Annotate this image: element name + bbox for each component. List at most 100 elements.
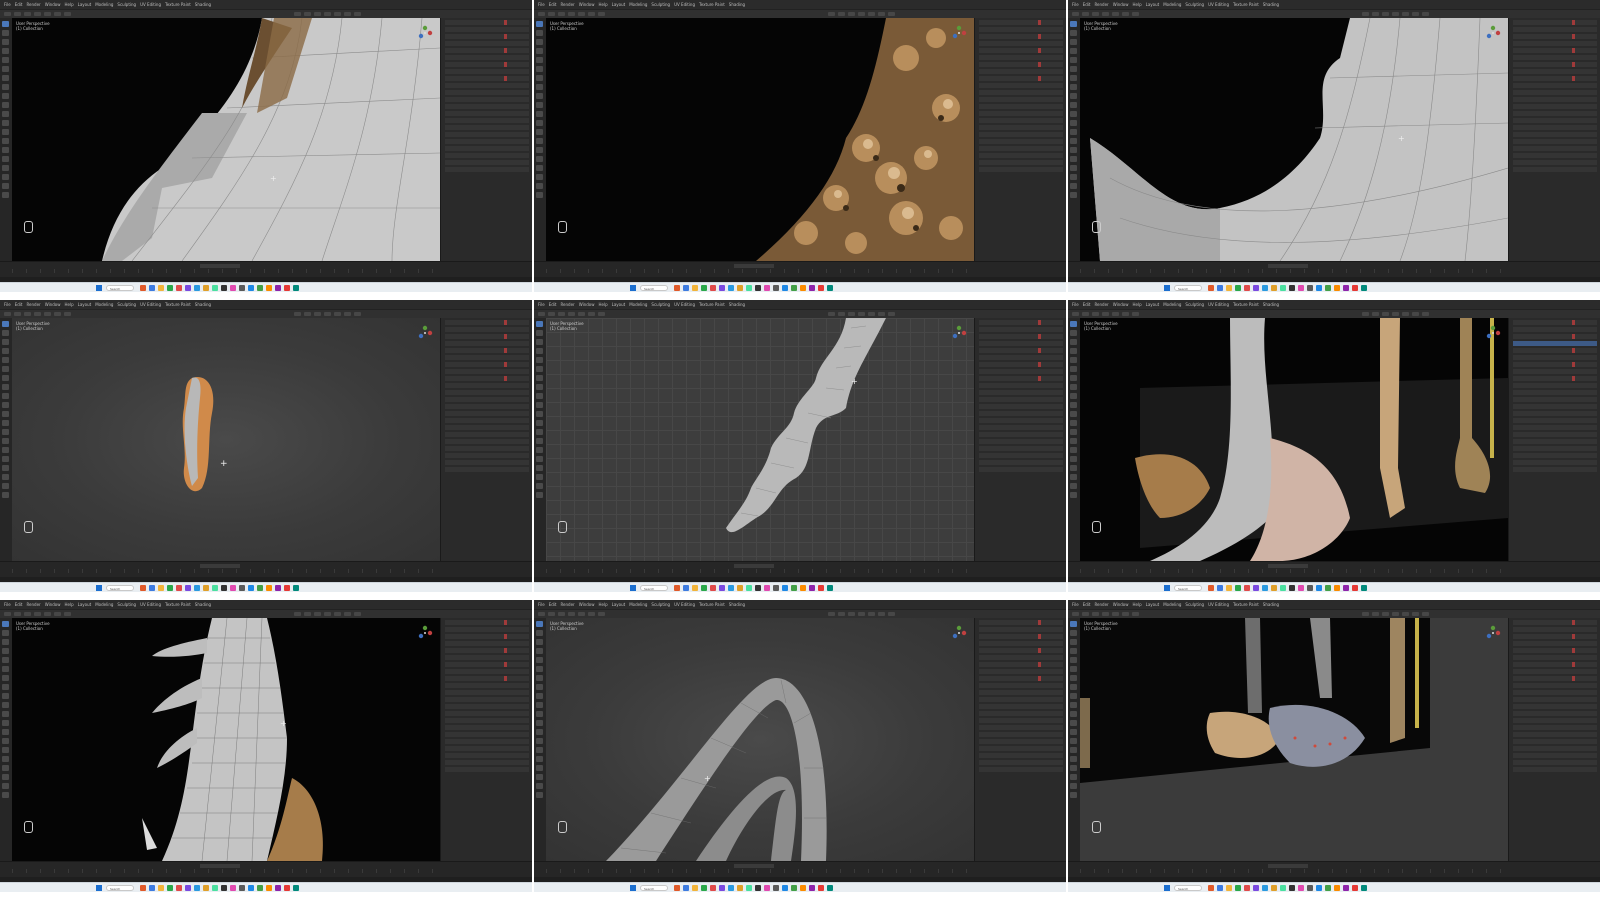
taskbar-app-icon[interactable]	[827, 285, 833, 291]
tool-icon[interactable]	[2, 138, 9, 144]
navigation-gizmo-icon[interactable]	[416, 624, 434, 642]
outliner-row[interactable]	[1513, 397, 1597, 402]
outliner-row[interactable]	[445, 460, 529, 465]
outliner-row[interactable]	[445, 27, 529, 32]
taskbar-app-icon[interactable]	[158, 585, 164, 591]
tool-icon[interactable]	[536, 675, 543, 681]
timeline[interactable]	[1068, 861, 1600, 878]
taskbar-app-icon[interactable]	[1316, 585, 1322, 591]
taskbar-app-icon[interactable]	[1298, 585, 1304, 591]
taskbar-app-icon[interactable]	[674, 285, 680, 291]
outliner-row[interactable]	[1513, 746, 1597, 751]
windows-start-icon[interactable]	[96, 885, 102, 891]
navigation-gizmo-icon[interactable]	[950, 324, 968, 342]
tool-icon[interactable]	[536, 147, 543, 153]
outliner-row[interactable]	[1513, 320, 1597, 325]
tool-icon[interactable]	[1070, 411, 1077, 417]
tool-icon[interactable]	[1070, 465, 1077, 471]
3d-viewport[interactable]: + User Perspective (1) Collection	[12, 18, 440, 261]
taskbar-app-icon[interactable]	[230, 885, 236, 891]
header-tool-icon[interactable]	[878, 612, 885, 616]
timeline[interactable]	[0, 561, 532, 578]
taskbar-app-icon[interactable]	[185, 285, 191, 291]
outliner-row[interactable]	[1513, 732, 1597, 737]
menu-item[interactable]: Render	[1094, 2, 1108, 7]
taskbar-app-icon[interactable]	[230, 585, 236, 591]
tool-icon[interactable]	[1070, 747, 1077, 753]
taskbar-app-icon[interactable]	[1289, 885, 1295, 891]
outliner-row[interactable]	[445, 439, 529, 444]
taskbar-app-icon[interactable]	[728, 285, 734, 291]
outliner-row[interactable]	[1513, 446, 1597, 451]
outliner-row[interactable]	[445, 362, 529, 367]
tool-icon[interactable]	[1070, 384, 1077, 390]
outliner-row[interactable]	[445, 327, 529, 332]
taskbar-search[interactable]: Search	[640, 285, 668, 291]
menu-item[interactable]: Layout	[78, 602, 92, 607]
taskbar-app-icon[interactable]	[719, 285, 725, 291]
tool-icon[interactable]	[2, 402, 9, 408]
menu-item[interactable]: Shading	[1263, 302, 1279, 307]
outliner-row[interactable]	[445, 690, 529, 695]
header-tool-icon[interactable]	[324, 312, 331, 316]
header-tool-icon[interactable]	[14, 12, 21, 16]
tool-icon[interactable]	[536, 474, 543, 480]
tool-icon[interactable]	[2, 39, 9, 45]
header-tool-icon[interactable]	[868, 12, 875, 16]
tool-icon[interactable]	[2, 756, 9, 762]
taskbar-app-icon[interactable]	[683, 885, 689, 891]
outliner-row[interactable]	[445, 683, 529, 688]
outliner-row[interactable]	[445, 125, 529, 130]
taskbar-app-icon[interactable]	[1343, 285, 1349, 291]
taskbar-app-icon[interactable]	[773, 585, 779, 591]
menu-item[interactable]: Texture Paint	[699, 2, 725, 7]
outliner-panel[interactable]	[440, 18, 532, 261]
taskbar-app-icon[interactable]	[719, 885, 725, 891]
taskbar-app-icon[interactable]	[230, 285, 236, 291]
taskbar-app-icon[interactable]	[692, 585, 698, 591]
taskbar-app-icon[interactable]	[149, 885, 155, 891]
taskbar-app-icon[interactable]	[683, 285, 689, 291]
outliner-row[interactable]	[445, 760, 529, 765]
3d-viewport[interactable]: + User Perspective (1) Collection	[1080, 18, 1508, 261]
header-tool-icon[interactable]	[1382, 612, 1389, 616]
tool-icon[interactable]	[2, 630, 9, 636]
header-tool-icon[interactable]	[54, 312, 61, 316]
timeline-ruler[interactable]	[546, 569, 974, 573]
header-tool-icon[interactable]	[1112, 12, 1119, 16]
menu-item[interactable]: Render	[26, 302, 40, 307]
taskbar-app-icon[interactable]	[203, 885, 209, 891]
outliner-row[interactable]	[1513, 697, 1597, 702]
outliner-row[interactable]	[445, 348, 529, 353]
menu-item[interactable]: Shading	[729, 302, 745, 307]
taskbar-app-icon[interactable]	[239, 885, 245, 891]
header-tool-icon[interactable]	[54, 12, 61, 16]
header-tool-icon[interactable]	[858, 612, 865, 616]
outliner-row[interactable]	[979, 160, 1063, 165]
tool-icon[interactable]	[1070, 48, 1077, 54]
taskbar-app-icon[interactable]	[818, 585, 824, 591]
outliner-row[interactable]	[979, 341, 1063, 346]
menu-item[interactable]: File	[4, 602, 11, 607]
header-tool-icon[interactable]	[1402, 312, 1409, 316]
outliner-row[interactable]	[979, 641, 1063, 646]
taskbar-app-icon[interactable]	[1226, 885, 1232, 891]
tool-icon[interactable]	[2, 456, 9, 462]
taskbar-app-icon[interactable]	[248, 585, 254, 591]
taskbar-app-icon[interactable]	[1352, 885, 1358, 891]
taskbar-app-icon[interactable]	[212, 285, 218, 291]
taskbar-app-icon[interactable]	[284, 585, 290, 591]
tool-icon[interactable]	[2, 165, 9, 171]
tool-icon[interactable]	[536, 783, 543, 789]
tool-icon[interactable]	[536, 456, 543, 462]
taskbar-app-icon[interactable]	[1280, 585, 1286, 591]
outliner-row[interactable]	[979, 725, 1063, 730]
tool-icon[interactable]	[2, 393, 9, 399]
menu-item[interactable]: Modeling	[629, 2, 647, 7]
header-tool-icon[interactable]	[1372, 312, 1379, 316]
outliner-row[interactable]	[1513, 432, 1597, 437]
taskbar-app-icon[interactable]	[764, 285, 770, 291]
menu-item[interactable]: Texture Paint	[1233, 602, 1259, 607]
tool-icon[interactable]	[2, 21, 9, 27]
menu-item[interactable]: UV Editing	[674, 602, 695, 607]
